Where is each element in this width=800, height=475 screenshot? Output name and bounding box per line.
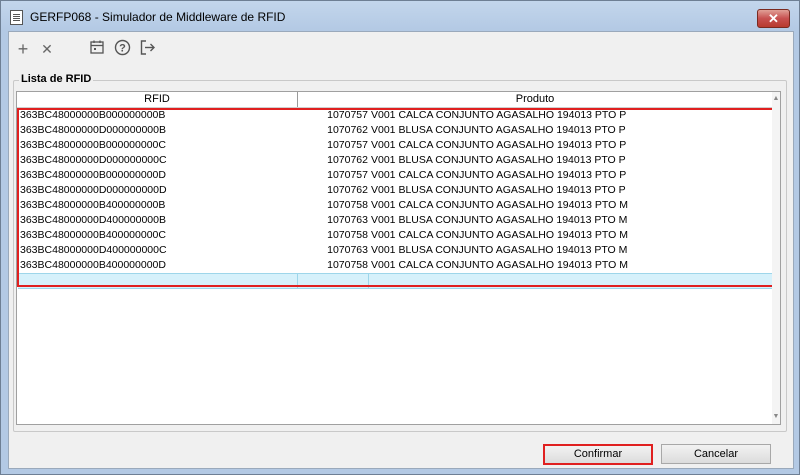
table-row[interactable]: 363BC48000000B400000000D 1070758 V001 CALC…	[17, 258, 772, 273]
product-name-cell: V001 CALCA CONJUNTO AGASALHO 194013 PTO …	[371, 139, 627, 151]
table-row[interactable]: 363BC48000000B000000000D 1070757 V001 CALC…	[17, 168, 772, 183]
rfid-cell: 363BC48000000D400000000C	[20, 244, 167, 256]
table-row[interactable]: 363BC48000000D000000000C 1070762 V001 BLUS…	[17, 153, 772, 168]
document-icon	[10, 10, 23, 25]
new-row-selected[interactable]	[18, 273, 773, 289]
table-row[interactable]: 363BC48000000B400000000C 1070758 V001 CALC…	[17, 228, 772, 243]
product-code-cell: 1070757	[327, 169, 368, 181]
rfid-cell: 363BC48000000B000000000C	[20, 139, 166, 151]
rfid-grid[interactable]: RFID Produto 363BC48000000B000000000B 107…	[16, 91, 781, 425]
scroll-up-icon[interactable]: ▲	[772, 94, 780, 104]
product-code-cell: 1070762	[327, 184, 368, 196]
scroll-down-icon[interactable]: ▼	[772, 412, 780, 422]
product-code-cell: 1070758	[327, 259, 368, 271]
toolbar: + ✕ ?	[9, 32, 793, 66]
cell-separator	[297, 274, 298, 288]
product-name-cell: V001 BLUSA CONJUNTO AGASALHO 194013 PTO …	[371, 214, 628, 226]
product-name-cell: V001 BLUSA CONJUNTO AGASALHO 194013 PTO …	[371, 154, 626, 166]
table-row[interactable]: 363BC48000000D000000000B 1070762 V001 BLUS…	[17, 123, 772, 138]
exit-icon-svg	[140, 40, 155, 55]
rfid-cell: 363BC48000000D400000000B	[20, 214, 166, 226]
product-code-cell: 1070762	[327, 124, 368, 136]
rfid-groupbox: Lista de RFID RFID Produto 363BC48000000…	[13, 73, 787, 432]
product-code-cell: 1070757	[327, 139, 368, 151]
product-code-cell: 1070763	[327, 214, 368, 226]
help-icon-svg: ?	[114, 39, 130, 56]
exit-icon[interactable]	[137, 39, 157, 59]
product-name-cell: V001 BLUSA CONJUNTO AGASALHO 194013 PTO …	[371, 244, 628, 256]
product-name-cell: V001 CALCA CONJUNTO AGASALHO 194013 PTO …	[371, 229, 628, 241]
product-name-cell: V001 CALCA CONJUNTO AGASALHO 194013 PTO …	[371, 169, 627, 181]
main-window: GERFP068 - Simulador de Middleware de RF…	[0, 0, 800, 475]
vertical-scrollbar[interactable]: ▲ ▼	[772, 92, 780, 424]
close-button[interactable]: ✕	[757, 9, 790, 28]
table-row[interactable]: 363BC48000000B000000000B 1070757 V001 CALC…	[17, 108, 772, 123]
product-code-cell: 1070758	[327, 229, 368, 241]
product-code-cell: 1070758	[327, 199, 368, 211]
rfid-cell: 363BC48000000D000000000B	[20, 124, 166, 136]
rfid-cell: 363BC48000000B400000000B	[20, 199, 166, 211]
table-row[interactable]: 363BC48000000B000000000C 1070757 V001 CALC…	[17, 138, 772, 153]
product-name-cell: V001 CALCA CONJUNTO AGASALHO 194013 PTO …	[371, 259, 628, 271]
cell-separator	[368, 274, 369, 288]
confirm-button[interactable]: Confirmar	[543, 444, 653, 465]
table-row[interactable]: 363BC48000000D400000000C 1070763 V001 BLUS…	[17, 243, 772, 258]
remove-icon[interactable]: ✕	[37, 39, 57, 59]
product-name-cell: V001 CALCA CONJUNTO AGASALHO 194013 PTO …	[371, 199, 628, 211]
column-header-rfid[interactable]: RFID	[17, 92, 297, 107]
rfid-cell: 363BC48000000B000000000B	[20, 109, 166, 121]
add-icon[interactable]: +	[13, 39, 33, 59]
group-label: Lista de RFID	[19, 73, 94, 85]
table-row[interactable]: 363BC48000000D400000000B 1070763 V001 BLUS…	[17, 213, 772, 228]
cancel-button[interactable]: Cancelar	[661, 444, 771, 464]
product-name-cell: V001 BLUSA CONJUNTO AGASALHO 194013 PTO …	[371, 184, 626, 196]
product-code-cell: 1070762	[327, 154, 368, 166]
rfid-cell: 363BC48000000B400000000C	[20, 229, 166, 241]
table-row[interactable]: 363BC48000000B400000000B 1070758 V001 CALC…	[17, 198, 772, 213]
help-icon[interactable]: ?	[112, 39, 132, 59]
product-name-cell: V001 CALCA CONJUNTO AGASALHO 194013 PTO …	[371, 109, 627, 121]
calendar-icon[interactable]	[87, 39, 107, 59]
grid-header: RFID Produto	[17, 92, 772, 108]
product-code-cell: 1070763	[327, 244, 368, 256]
table-row[interactable]: 363BC48000000D000000000D 1070762 V001 BLUS…	[17, 183, 772, 198]
rfid-cell: 363BC48000000D000000000D	[20, 184, 167, 196]
product-name-cell: V001 BLUSA CONJUNTO AGASALHO 194013 PTO …	[371, 124, 626, 136]
rfid-cell: 363BC48000000B000000000D	[20, 169, 166, 181]
rfid-cell: 363BC48000000D000000000C	[20, 154, 167, 166]
client-area: + ✕ ? Lista de RFID RFID Produto 363BC48…	[8, 31, 794, 469]
title-bar[interactable]: GERFP068 - Simulador de Middleware de RF…	[1, 1, 799, 31]
column-header-produto[interactable]: Produto	[298, 92, 772, 107]
svg-text:?: ?	[119, 43, 126, 55]
rfid-cell: 363BC48000000B400000000D	[20, 259, 166, 271]
window-title: GERFP068 - Simulador de Middleware de RF…	[30, 10, 286, 24]
calendar-icon-svg	[90, 40, 104, 54]
product-code-cell: 1070757	[327, 109, 368, 121]
